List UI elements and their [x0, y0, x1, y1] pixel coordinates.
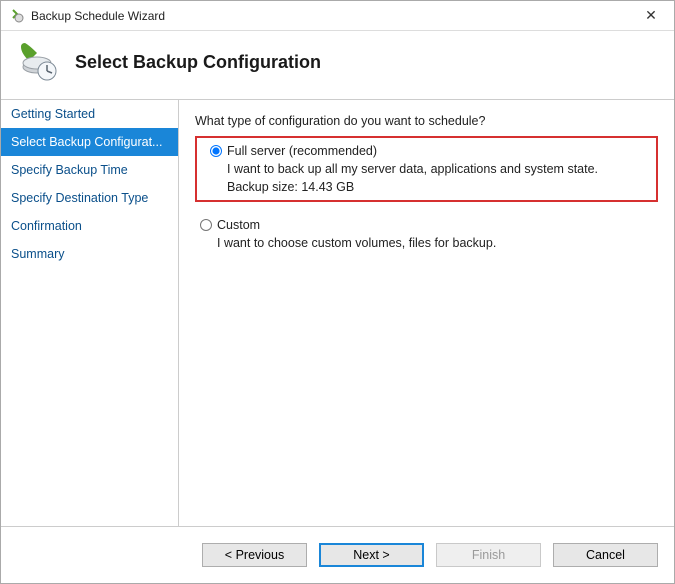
radio-full-server[interactable] — [205, 144, 227, 157]
option-full-server-desc: I want to back up all my server data, ap… — [227, 162, 648, 176]
sidebar-item-getting-started[interactable]: Getting Started — [1, 100, 178, 128]
option-full-server-label: Full server (recommended) — [227, 144, 377, 158]
backup-icon — [15, 39, 61, 85]
content-panel: What type of configuration do you want t… — [179, 100, 674, 526]
radio-custom[interactable] — [195, 218, 217, 231]
option-full-server[interactable]: Full server (recommended) I want to back… — [195, 136, 658, 202]
previous-button[interactable]: < Previous — [202, 543, 307, 567]
sidebar-item-confirmation[interactable]: Confirmation — [1, 212, 178, 240]
app-icon — [9, 8, 25, 24]
wizard-footer: < Previous Next > Finish Cancel — [1, 527, 674, 583]
option-custom-label: Custom — [217, 218, 260, 232]
wizard-window: Backup Schedule Wizard ✕ Select Backup C… — [0, 0, 675, 584]
main-area: Getting Started Select Backup Configurat… — [1, 99, 674, 527]
option-full-server-size: Backup size: 14.43 GB — [227, 180, 648, 194]
sidebar-item-specify-destination-type[interactable]: Specify Destination Type — [1, 184, 178, 212]
sidebar-item-select-backup-config[interactable]: Select Backup Configurat... — [1, 128, 178, 156]
titlebar: Backup Schedule Wizard ✕ — [1, 1, 674, 31]
option-custom[interactable]: Custom I want to choose custom volumes, … — [195, 212, 658, 256]
wizard-header: Select Backup Configuration — [1, 31, 674, 99]
page-title: Select Backup Configuration — [75, 52, 321, 73]
window-title: Backup Schedule Wizard — [31, 9, 636, 23]
prompt-text: What type of configuration do you want t… — [195, 114, 658, 128]
close-icon[interactable]: ✕ — [636, 7, 666, 24]
cancel-button[interactable]: Cancel — [553, 543, 658, 567]
option-custom-desc: I want to choose custom volumes, files f… — [217, 236, 650, 250]
sidebar-item-specify-backup-time[interactable]: Specify Backup Time — [1, 156, 178, 184]
wizard-steps-sidebar: Getting Started Select Backup Configurat… — [1, 100, 179, 526]
next-button[interactable]: Next > — [319, 543, 424, 567]
finish-button: Finish — [436, 543, 541, 567]
sidebar-item-summary[interactable]: Summary — [1, 240, 178, 268]
